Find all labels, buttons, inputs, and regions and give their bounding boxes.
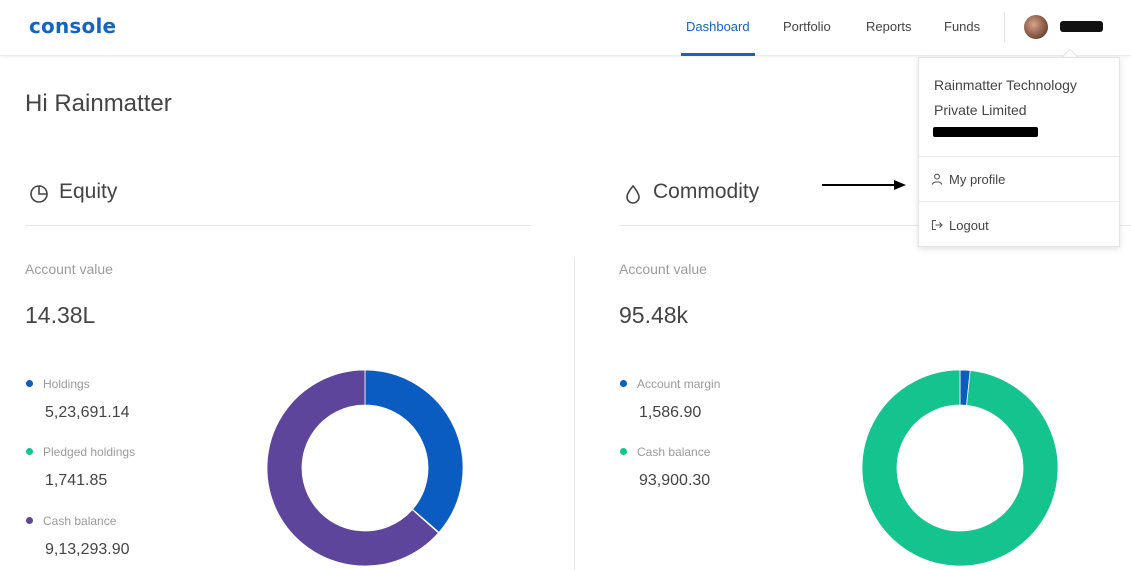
nav-divider	[1004, 12, 1005, 42]
legend-label-pledged: Pledged holdings	[43, 445, 136, 459]
commodity-title: Commodity	[653, 180, 760, 203]
legend-dot-margin	[620, 380, 627, 387]
legend-label-cash: Cash balance	[43, 514, 117, 528]
commodity-donut-chart	[861, 369, 1059, 567]
legend-dot-pledged	[26, 448, 33, 455]
commodity-account-label: Account value	[619, 261, 707, 277]
annotation-arrow	[822, 180, 906, 190]
user-id-redacted[interactable]	[1060, 21, 1103, 32]
equity-account-value: 14.38L	[25, 302, 96, 328]
legend-value-cash: 9,13,293.90	[45, 541, 130, 558]
legend-value-pledged: 1,741.85	[45, 472, 108, 489]
legend-label-commodity-cash: Cash balance	[637, 445, 711, 459]
logout-icon	[931, 219, 943, 231]
legend-dot-holdings	[26, 380, 33, 387]
logout-link[interactable]: Logout	[931, 216, 1111, 236]
equity-donut-chart	[266, 369, 464, 567]
top-navbar: console Dashboard Portfolio Reports Fund…	[0, 0, 1131, 56]
equity-slice-holdings[interactable]	[364, 369, 464, 533]
active-tab-indicator	[681, 53, 755, 56]
profile-dropdown: Rainmatter Technology Private Limited My…	[918, 57, 1120, 247]
nav-reports[interactable]: Reports	[866, 19, 912, 34]
nav-dashboard[interactable]: Dashboard	[686, 19, 750, 34]
pie-chart-icon	[30, 185, 48, 203]
equity-rule	[25, 225, 531, 226]
user-icon	[931, 173, 943, 185]
equity-account-label: Account value	[25, 261, 113, 277]
org-name: Rainmatter Technology Private Limited	[934, 77, 1077, 118]
column-divider	[574, 257, 575, 570]
nav-portfolio[interactable]: Portfolio	[783, 19, 831, 34]
drop-icon	[626, 184, 640, 204]
legend-value-margin: 1,586.90	[639, 404, 702, 421]
legend-label-margin: Account margin	[637, 377, 721, 391]
dropdown-divider	[919, 156, 1119, 157]
console-logo[interactable]: console	[29, 14, 116, 38]
legend-value-commodity-cash: 93,900.30	[639, 472, 711, 489]
legend-dot-cash	[26, 517, 33, 524]
commodity-account-value: 95.48k	[619, 302, 689, 328]
logout-label: Logout	[949, 218, 989, 233]
commodity-slice-cash-balance[interactable]	[861, 369, 1059, 567]
dropdown-divider	[919, 201, 1119, 202]
my-profile-link[interactable]: My profile	[931, 170, 1111, 190]
equity-title: Equity	[59, 180, 118, 203]
legend-label-holdings: Holdings	[43, 377, 90, 391]
client-id-redacted	[933, 127, 1038, 137]
page-title: Hi Rainmatter	[25, 90, 172, 117]
legend-value-holdings: 5,23,691.14	[45, 404, 130, 421]
my-profile-label: My profile	[949, 172, 1006, 187]
legend-dot-commodity-cash	[620, 448, 627, 455]
avatar[interactable]	[1024, 15, 1048, 39]
nav-funds[interactable]: Funds	[944, 19, 980, 34]
